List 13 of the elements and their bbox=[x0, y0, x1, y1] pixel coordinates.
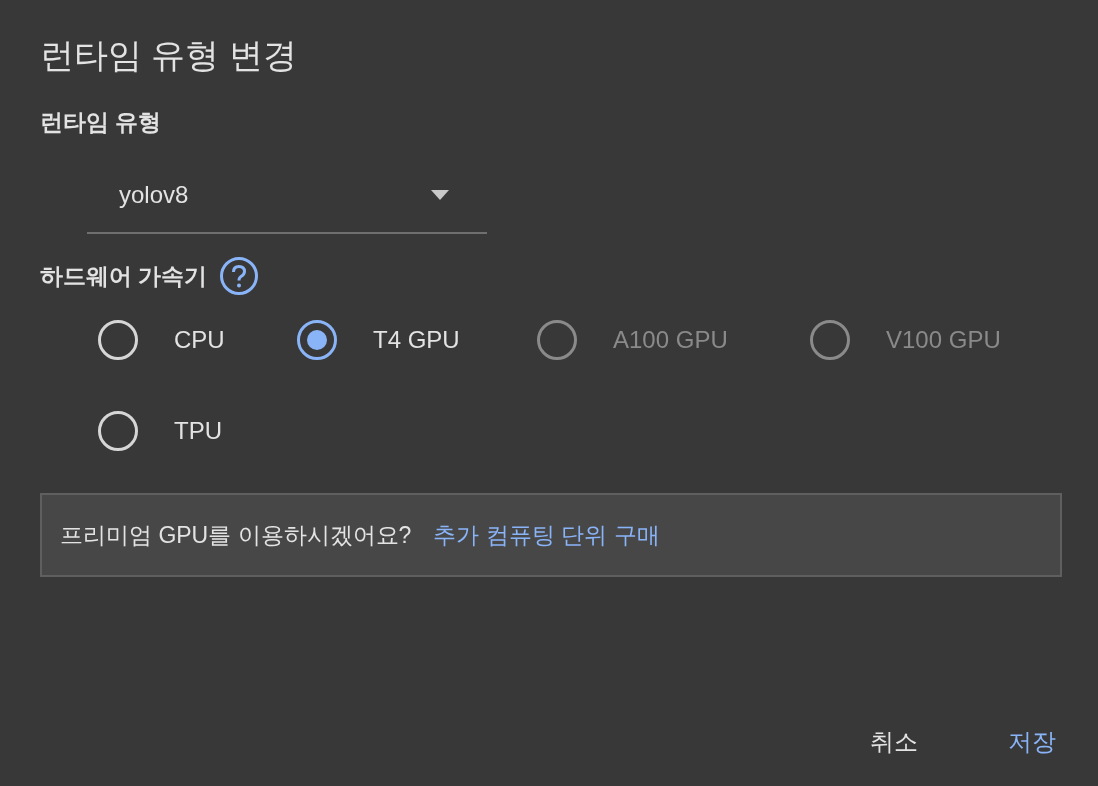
purchase-link[interactable]: 추가 컴퓨팅 단위 구매 bbox=[433, 519, 660, 551]
caret-icon bbox=[431, 190, 449, 200]
radio-option[interactable]: T4 GPU bbox=[297, 320, 460, 360]
section-label: 하드웨어 가속기 bbox=[40, 261, 208, 291]
radio-option[interactable]: TPU bbox=[98, 411, 222, 451]
dialog-title: 런타임 유형 변경 bbox=[40, 35, 298, 76]
save-button[interactable]: 저장 bbox=[1008, 726, 1056, 758]
runtime-dropdown[interactable]: yolov8 bbox=[87, 158, 487, 234]
section-label: 런타임 유형 bbox=[40, 108, 163, 137]
cancel-button[interactable]: 취소 bbox=[870, 726, 918, 758]
help-icon[interactable] bbox=[219, 256, 260, 296]
radio-option[interactable]: CPU bbox=[98, 320, 225, 360]
notice-text: 프리미엄 GPU를 이용하시겠어요? bbox=[60, 520, 412, 550]
